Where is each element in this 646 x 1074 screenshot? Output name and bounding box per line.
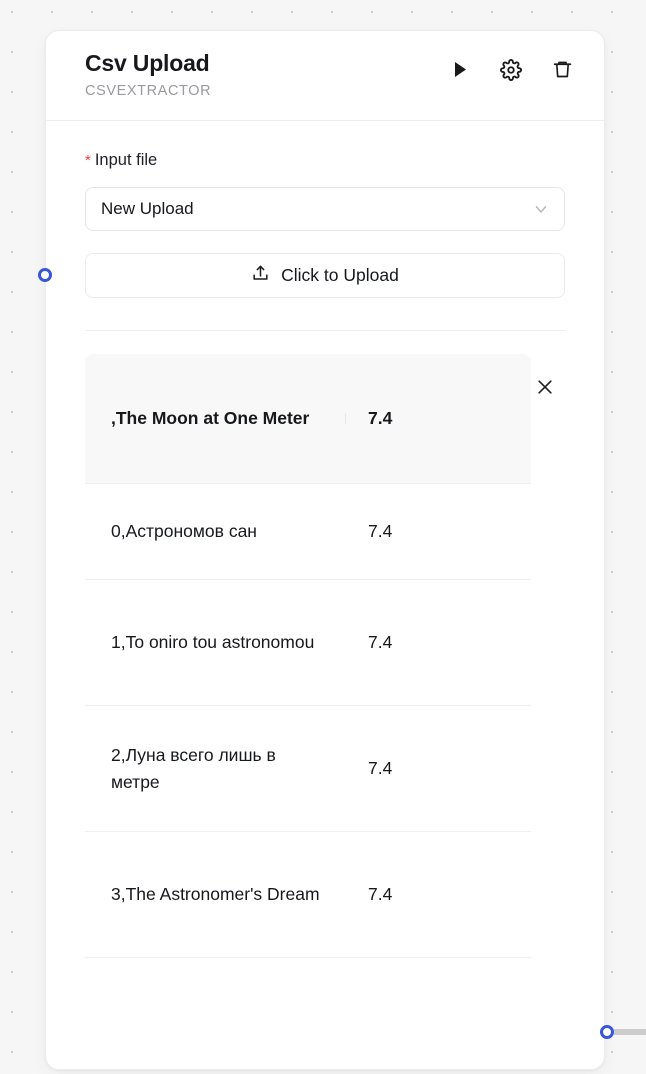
table-row: 3,The Astronomer's Dream 7.4 bbox=[85, 832, 531, 958]
input-handle[interactable] bbox=[38, 268, 52, 282]
play-icon bbox=[453, 61, 468, 81]
run-button[interactable] bbox=[448, 59, 472, 83]
trash-icon bbox=[552, 59, 573, 83]
table-row: 0,Астрономов сан 7.4 bbox=[85, 484, 531, 580]
table-row: 1,To oniro tou astronomou 7.4 bbox=[85, 580, 531, 706]
table-cell-name: 3,The Astronomer's Dream bbox=[111, 884, 320, 904]
table-cell-value: 7.4 bbox=[368, 758, 393, 778]
input-file-label: * Input file bbox=[85, 149, 565, 172]
table-cell-name: 2,Луна всего лишь в метре bbox=[111, 744, 276, 792]
gear-icon bbox=[500, 58, 522, 84]
table-cell-value: 7.4 bbox=[368, 408, 393, 428]
table-header-row: ,The Moon at One Meter 7.4 bbox=[85, 354, 531, 484]
close-result-button[interactable] bbox=[533, 376, 557, 400]
chevron-down-icon bbox=[532, 200, 550, 218]
csv-upload-node-card: Csv Upload CSVEXTRACTOR * Input file New… bbox=[45, 30, 605, 1070]
csv-preview-table: ,The Moon at One Meter 7.4 0,Астрономов са… bbox=[85, 354, 531, 958]
input-file-label-text: Input file bbox=[94, 151, 158, 169]
table-row: 2,Луна всего лишь в метре 7.4 bbox=[85, 706, 531, 832]
node-subtitle: CSVEXTRACTOR bbox=[85, 83, 212, 99]
node-header: Csv Upload CSVEXTRACTOR bbox=[46, 31, 604, 121]
table-cell-value: 7.4 bbox=[368, 884, 393, 904]
table-cell-name: 0,Астрономов сан bbox=[111, 521, 257, 541]
click-to-upload-button[interactable]: Click to Upload bbox=[85, 253, 565, 298]
table-cell-value: 7.4 bbox=[368, 632, 393, 652]
table-cell-name: 1,To oniro tou astronomou bbox=[111, 632, 315, 652]
input-source-select[interactable]: New Upload bbox=[85, 187, 565, 231]
upload-icon bbox=[251, 264, 270, 288]
table-cell-name: ,The Moon at One Meter bbox=[85, 391, 346, 446]
section-divider bbox=[85, 330, 565, 331]
click-to-upload-label: Click to Upload bbox=[281, 265, 399, 285]
required-marker: * bbox=[85, 152, 91, 169]
delete-button[interactable] bbox=[550, 59, 574, 83]
node-body: *Input file New Upload Click to Upload bbox=[46, 121, 604, 958]
table-cell-value: 7.4 bbox=[368, 521, 393, 541]
output-handle[interactable] bbox=[600, 1025, 614, 1039]
output-edge-stub bbox=[614, 1029, 646, 1035]
input-source-select-value: New Upload bbox=[101, 199, 194, 218]
node-header-actions bbox=[448, 58, 574, 84]
result-table-wrapper: ,The Moon at One Meter 7.4 0,Астрономов са… bbox=[85, 354, 565, 958]
close-icon bbox=[535, 377, 555, 400]
settings-button[interactable] bbox=[499, 58, 523, 84]
